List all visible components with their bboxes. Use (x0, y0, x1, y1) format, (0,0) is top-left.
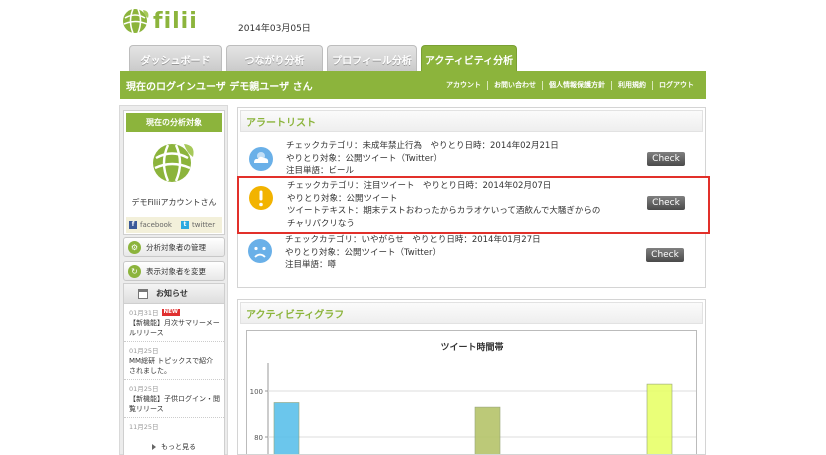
nav-account-link[interactable]: アカウント (440, 80, 487, 90)
manage-targets-label: 分析対象者の管理 (146, 242, 206, 252)
alert-line: チャリパクリなう (287, 218, 355, 229)
y-tick-label: 80 (254, 434, 263, 442)
highlighted-alert-item: チェックカテゴリ：注目ツイート やりとり日時：2014年02月07日 やりとり対… (237, 176, 710, 234)
more-news-link[interactable]: もっと見る (124, 438, 224, 455)
check-button[interactable]: Check (647, 152, 685, 166)
triangle-right-icon (152, 444, 156, 450)
sad-face-icon (248, 239, 272, 263)
activity-graph-title: アクティビティグラフ (240, 302, 703, 324)
nav-contact-link[interactable]: お問い合わせ (488, 80, 542, 90)
alert-line: やりとり対象：公開ツイート（Twitter） (285, 247, 441, 258)
alert-text: チェックカテゴリ：未成年禁止行為 やりとり日時：2014年02月21日 やりとり… (286, 140, 559, 178)
twitter-icon: t (180, 221, 189, 229)
check-button[interactable]: Check (646, 248, 684, 262)
analysis-target-title: 現在の分析対象 (126, 113, 222, 132)
main-tabs: ダッシュボード つながり分析 プロフィール分析 アクティビティ分析 (129, 45, 521, 72)
twitter-link[interactable]: t twitter (180, 221, 216, 229)
facebook-link[interactable]: f facebook (129, 221, 172, 229)
warning-icon (249, 186, 273, 210)
news-box: お知らせ 01月31日 NEW 【新機能】月次サマリーメールリリース 01月25日… (123, 283, 225, 455)
news-text: MM総研 トピックスで紹介されました。 (129, 357, 214, 375)
switch-target-label: 表示対象者を変更 (146, 266, 206, 276)
news-item[interactable]: 01月25日 【新機能】子供ログイン・閲覧リリース (124, 380, 224, 418)
gear-icon: ⚙ (128, 240, 141, 254)
bar (646, 383, 673, 454)
alert-line: チェックカテゴリ：いやがらせ やりとり日時：2014年01月27日 (285, 235, 541, 245)
chart-title: ツイート時間帯 (440, 341, 503, 353)
alert-list-title: アラートリスト (240, 110, 703, 132)
alert-item: チェックカテゴリ：いやがらせ やりとり日時：2014年01月27日 やりとり対象… (247, 234, 702, 287)
news-text: 【新機能】子供ログイン・閲覧リリース (129, 395, 220, 413)
target-account-name: デモFiliiアカウントさん (131, 198, 217, 207)
cloudy-icon (249, 147, 273, 171)
tab-dashboard[interactable]: ダッシュボード (129, 45, 222, 72)
filii-logo[interactable]: filii (121, 6, 198, 36)
news-item[interactable]: 11月25日 (124, 418, 224, 434)
facebook-icon: f (129, 221, 137, 229)
social-links: f facebook t twitter (126, 217, 222, 233)
new-badge: NEW (161, 308, 180, 316)
news-date: 11月25日 (129, 423, 159, 431)
switch-target-button[interactable]: ↻ 表示対象者を変更 (123, 261, 225, 281)
news-date: 01月31日 (129, 309, 159, 317)
activity-graph-panel: アクティビティグラフ ツイート時間帯 100 80 (237, 299, 706, 455)
news-item[interactable]: 01月31日 NEW 【新機能】月次サマリーメールリリース (124, 304, 224, 342)
alert-line: ツイートテキスト：期末テストおわったからカラオケいって酒飲んで大騒ぎからの (287, 206, 601, 216)
news-header: お知らせ (124, 284, 224, 304)
alert-line: 注目単語：噂 (285, 260, 337, 270)
nav-privacy-link[interactable]: 個人情報保護方針 (543, 80, 611, 90)
check-button[interactable]: Check (647, 196, 685, 210)
tab-connection-analysis[interactable]: つながり分析 (226, 45, 323, 72)
calendar-icon (138, 288, 148, 299)
bar (273, 402, 300, 454)
alert-line: チェックカテゴリ：未成年禁止行為 やりとり日時：2014年02月21日 (286, 141, 559, 151)
twitter-label: twitter (191, 221, 216, 229)
header-nav: アカウント お問い合わせ 個人情報保護方針 利用規約 ログアウト (440, 71, 700, 99)
sidebar: 現在の分析対象 デモFiliiアカウントさん f facebook t twitte… (119, 105, 228, 455)
nav-terms-link[interactable]: 利用規約 (612, 80, 652, 90)
chart-canvas: ツイート時間帯 100 80 (250, 341, 696, 454)
more-news-label: もっと見る (161, 443, 196, 451)
news-title: お知らせ (156, 289, 188, 298)
bar (474, 406, 501, 454)
header-date: 2014年03月05日 (238, 24, 311, 34)
tab-profile-analysis[interactable]: プロフィール分析 (327, 45, 417, 72)
login-user-label: 現在のログインユーザ デモ親ユーザ さん (126, 81, 313, 93)
alert-text: チェックカテゴリ：いやがらせ やりとり日時：2014年01月27日 やりとり対象… (285, 234, 541, 272)
refresh-icon: ↻ (128, 264, 141, 278)
analysis-target-box: 現在の分析対象 デモFiliiアカウントさん f facebook t twitte… (123, 110, 225, 235)
alert-line: やりとり対象：公開ツイート (287, 193, 398, 204)
alert-line: チェックカテゴリ：注目ツイート やりとり日時：2014年02月07日 (287, 181, 552, 191)
manage-targets-button[interactable]: ⚙ 分析対象者の管理 (123, 237, 225, 257)
news-date: 01月25日 (129, 385, 159, 393)
news-text: 【新機能】月次サマリーメールリリース (129, 319, 220, 337)
user-bar: 現在のログインユーザ デモ親ユーザ さん アカウント お問い合わせ 個人情報保護… (120, 71, 706, 99)
logo-text: filii (153, 8, 198, 34)
alert-text: チェックカテゴリ：注目ツイート やりとり日時：2014年02月07日 やりとり対… (287, 180, 600, 230)
y-tick-label: 100 (250, 388, 263, 396)
avatar-globe-icon (153, 144, 194, 182)
tab-activity-analysis[interactable]: アクティビティ分析 (421, 45, 517, 72)
tweet-time-chart: ツイート時間帯 100 80 (246, 330, 697, 454)
news-item[interactable]: 01月25日 MM総研 トピックスで紹介されました。 (124, 342, 224, 380)
globe-logo-icon (123, 8, 149, 34)
alert-line: やりとり対象：公開ツイート（Twitter） (286, 153, 442, 164)
news-date: 01月25日 (129, 347, 159, 355)
facebook-label: facebook (140, 221, 172, 229)
nav-logout-link[interactable]: ログアウト (653, 80, 700, 90)
